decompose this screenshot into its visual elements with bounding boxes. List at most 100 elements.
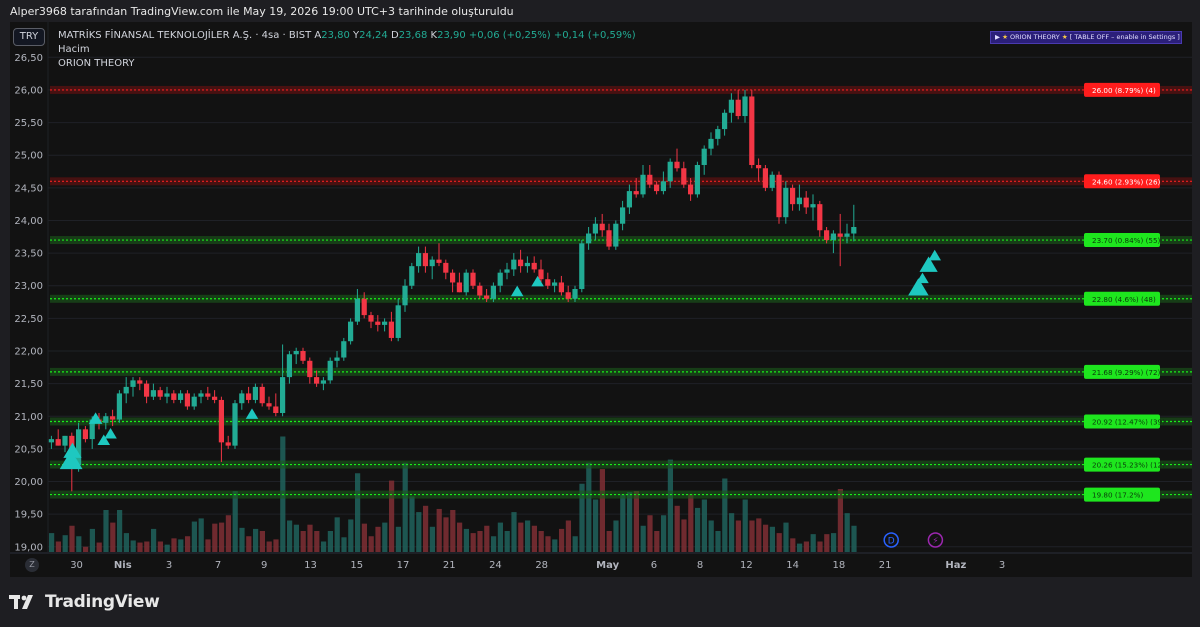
volume-bar (123, 533, 129, 552)
level-band (50, 490, 1192, 499)
x-tick-label: 14 (786, 560, 799, 571)
price-chart[interactable]: 19,00 19,50 20,00 20,50 21,00 21,50 22,00 22,50… (10, 22, 1192, 577)
x-tick-label: 18 (832, 560, 845, 571)
volume-bar (776, 533, 782, 552)
volume-bar (722, 478, 728, 552)
volume-bar (232, 491, 238, 552)
volume-bar (681, 519, 687, 552)
volume-bar (729, 513, 735, 552)
candle-body (178, 393, 184, 400)
y-tick-label: 19,50 (14, 510, 43, 521)
volume-bar (613, 520, 619, 552)
candle-body (157, 390, 163, 397)
candle-body (796, 197, 802, 205)
volume-bar (423, 505, 429, 552)
volume-bar (287, 520, 293, 552)
currency-badge[interactable]: TRY (13, 28, 45, 46)
star-icon: ★ (1061, 33, 1068, 41)
level-label: 20.26 (15.23%) (12) (1092, 461, 1165, 470)
orion-indicator-label[interactable]: ORION THEORY (58, 58, 135, 69)
candle-body (824, 230, 830, 241)
candle-body (232, 403, 238, 446)
candle-body (205, 393, 211, 397)
y-tick-label: 20,50 (14, 444, 43, 455)
volume-bar (763, 524, 769, 552)
volume-bar (89, 528, 95, 552)
candle-body (769, 174, 775, 188)
volume-bar (640, 525, 646, 552)
volume-bar (253, 528, 259, 552)
candle-body (688, 184, 694, 195)
y-tick-label: 26,50 (14, 53, 43, 64)
volume-bar (647, 515, 653, 552)
candle-body (647, 174, 653, 185)
volume-bar (334, 517, 340, 552)
volume-bar (164, 544, 170, 552)
volume-bar (810, 534, 816, 552)
candle-body (715, 129, 721, 139)
candle-body (504, 269, 510, 273)
volume-bar (55, 541, 61, 552)
candle-body (171, 393, 177, 400)
candle-body (429, 259, 435, 267)
level-label: 21.68 (9.29%) (72) (1092, 368, 1161, 377)
candle-body (790, 187, 796, 205)
orion-theory-panel[interactable]: ▶ ★ ORION THEORY ★ [ TABLE OFF – enable … (990, 31, 1182, 44)
symbol-name[interactable]: MATRİKS FİNANSAL TEKNOLOJİLER A.Ş. (58, 30, 252, 41)
volume-bar (76, 536, 82, 552)
volume-bar (586, 462, 592, 552)
candle-body (382, 321, 388, 325)
volume-bar (565, 520, 571, 552)
volume-bar (409, 496, 415, 552)
candle-body (586, 233, 592, 244)
candle-body (538, 269, 544, 280)
volume-bar (450, 510, 456, 552)
volume-bar (314, 531, 320, 552)
volume-bar (654, 531, 660, 552)
volume-bar (137, 542, 143, 552)
zoom-button[interactable]: Z (25, 558, 39, 572)
y-tick-label: 26,00 (14, 85, 43, 96)
volume-bar (817, 541, 823, 552)
candle-body (48, 439, 54, 443)
candle-body (817, 204, 823, 231)
volume-bar (803, 541, 809, 552)
y-tick-label: 24,50 (14, 183, 43, 194)
volume-bar (219, 522, 225, 552)
candle-body (130, 380, 136, 387)
volume-bar (457, 522, 463, 552)
candle-body (484, 295, 490, 299)
volume-bar (307, 524, 313, 552)
volume-bar (518, 522, 524, 552)
x-tick-label: 30 (70, 560, 83, 571)
volume-bar (436, 508, 442, 552)
candle-body (545, 279, 551, 286)
candle-body (803, 197, 809, 208)
x-tick-label: 24 (489, 560, 502, 571)
orion-box-prefix: ▶ (995, 33, 1000, 41)
candle-body (259, 386, 265, 404)
volume-bar (151, 528, 157, 552)
candle-body (456, 282, 462, 293)
volume-bar (790, 538, 796, 552)
candle-body (694, 164, 700, 195)
volume-indicator-label[interactable]: Hacim (58, 44, 90, 55)
volume-bar (69, 525, 75, 552)
volume-bar (756, 518, 762, 552)
buy-signal-triangle-icon (245, 408, 259, 419)
volume-bar (300, 531, 306, 552)
y-tick-label: 23,50 (14, 249, 43, 260)
volume-bar (701, 499, 707, 552)
level-label: 26.00 (8.79%) (4) (1092, 86, 1156, 95)
volume-bar (62, 535, 68, 552)
volume-bar (117, 510, 123, 552)
candle-body (511, 259, 517, 270)
volume-bar (511, 512, 517, 552)
volume-bar (695, 507, 701, 552)
volume-bar (708, 520, 714, 552)
volume-bar (266, 541, 272, 552)
volume-bar (49, 533, 55, 552)
candle-body (681, 168, 687, 185)
volume-bar (178, 539, 184, 552)
candle-body (531, 262, 537, 270)
